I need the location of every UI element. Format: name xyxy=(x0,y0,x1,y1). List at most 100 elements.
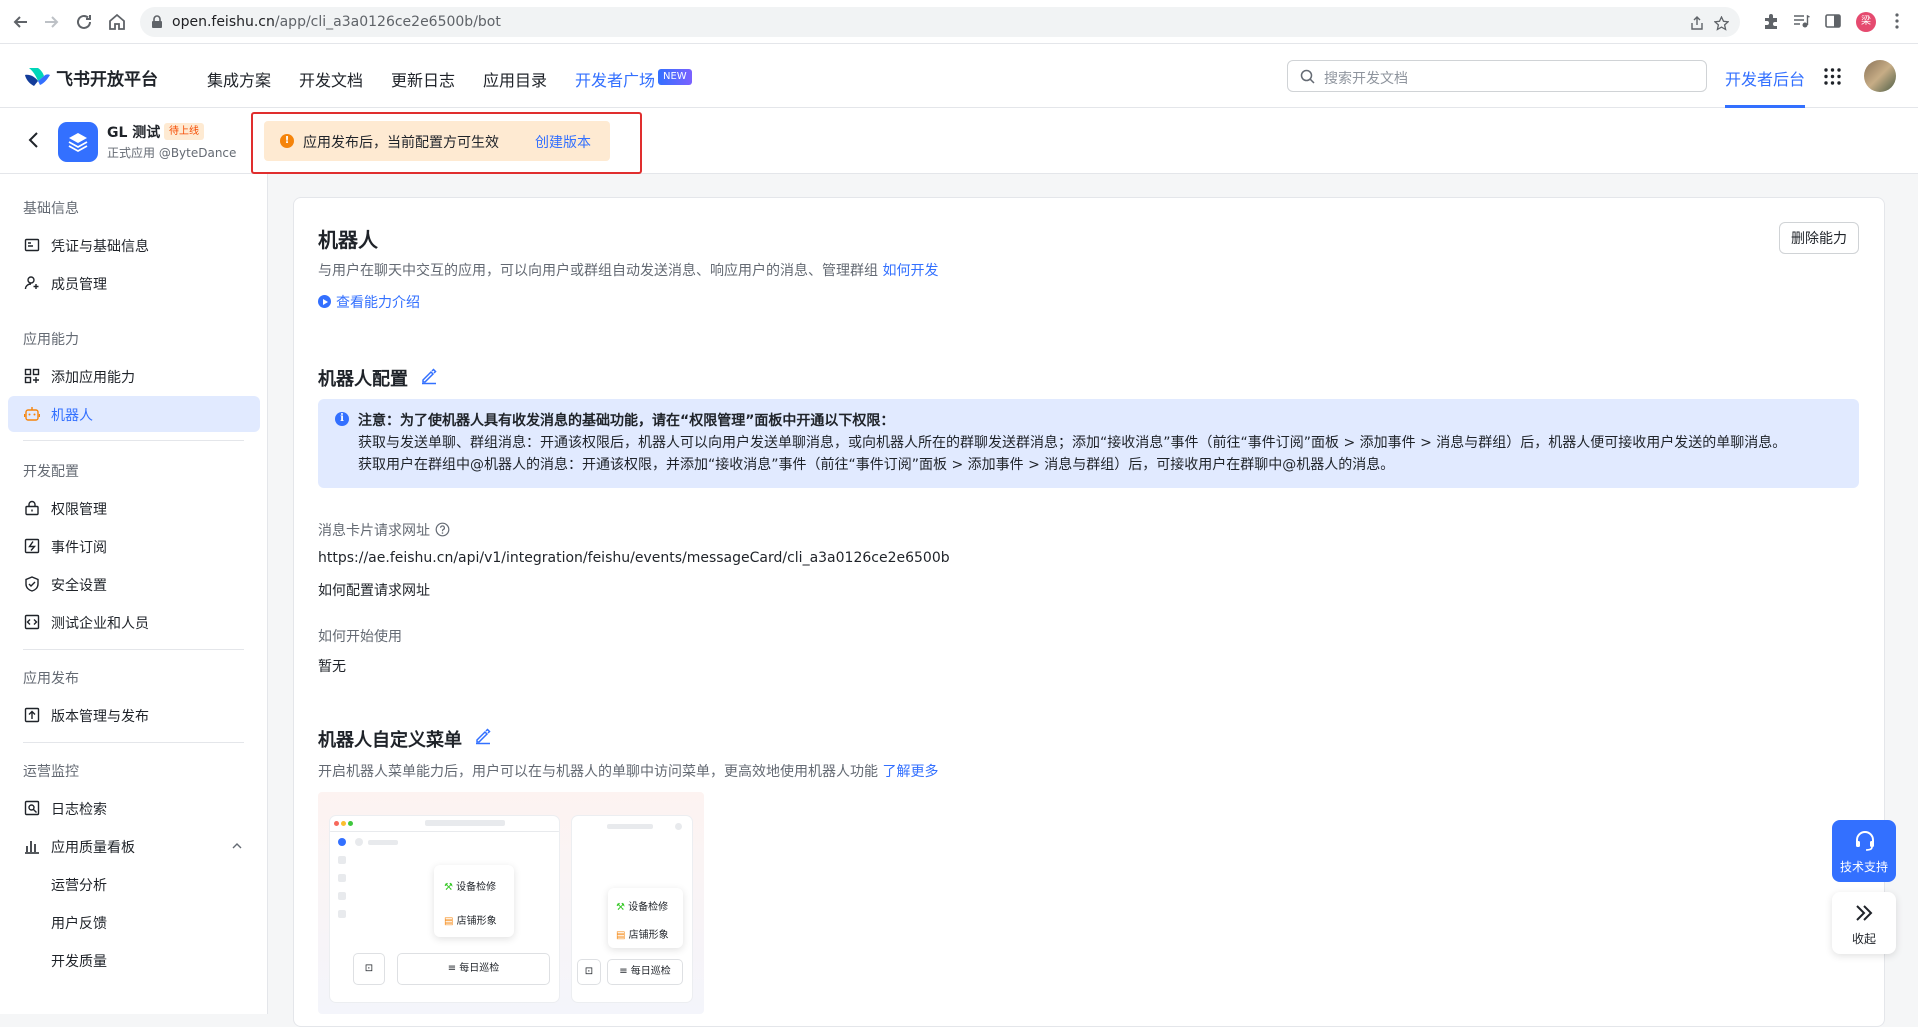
tech-support-button[interactable]: 技术支持 xyxy=(1832,820,1896,882)
sidebar-item-permissions[interactable]: 权限管理 xyxy=(8,490,260,526)
edit-pencil-icon[interactable] xyxy=(474,727,492,745)
bookmark-star-icon[interactable] xyxy=(1714,16,1729,31)
nav-item-changelog[interactable]: 更新日志 xyxy=(391,67,455,91)
profile-avatar[interactable]: 梁 xyxy=(1856,12,1876,32)
id-card-icon xyxy=(24,237,40,253)
search-placeholder: 搜索开发文档 xyxy=(1324,71,1408,87)
reload-icon[interactable] xyxy=(73,11,95,33)
sidebar-item-label: 日志检索 xyxy=(51,802,107,818)
custom-menu-illustration: ⚒ 设备检修 ▤ 店铺形象 ⊡ ≡ 每日巡检 ⚒ 设备检修 ▤ 店铺形象 ⊡ ≡… xyxy=(318,792,704,1014)
sidebar-item-label: 成员管理 xyxy=(51,277,107,293)
forward-arrow-icon[interactable] xyxy=(40,11,62,33)
notice-text: 应用发布后，当前配置方可生效 xyxy=(303,135,499,151)
sidebar-group-basic: 基础信息 xyxy=(23,201,79,217)
illustration-robot-button: ⊡ xyxy=(578,960,600,984)
brand-name[interactable]: 飞书开放平台 xyxy=(56,65,158,90)
sidebar-item-test-org[interactable]: 测试企业和人员 xyxy=(8,604,260,640)
search-icon xyxy=(1300,69,1315,84)
description-text: 开启机器人菜单能力后，用户可以在与机器人的单聊中访问菜单，更高效地使用机器人功能 xyxy=(318,764,878,780)
new-badge: NEW xyxy=(658,69,692,85)
sidebar-item-credentials[interactable]: 凭证与基础信息 xyxy=(8,227,260,263)
headset-icon xyxy=(1854,830,1876,852)
sidebar-item-events[interactable]: 事件订阅 xyxy=(8,528,260,564)
developer-console-tab[interactable]: 开发者后台 xyxy=(1725,66,1805,90)
sidebar-item-label: 添加应用能力 xyxy=(51,370,135,386)
sidebar-item-label: 应用质量看板 xyxy=(51,840,135,856)
sidebar-item-versions[interactable]: 版本管理与发布 xyxy=(8,697,260,733)
back-chevron-icon[interactable] xyxy=(24,130,44,150)
nav-item-app-directory[interactable]: 应用目录 xyxy=(483,67,547,91)
learn-more-link[interactable]: 了解更多 xyxy=(882,764,938,780)
getting-started-value: 暂无 xyxy=(318,659,346,675)
feishu-logo-icon[interactable] xyxy=(24,66,50,88)
double-chevron-right-icon xyxy=(1853,902,1875,924)
sidebar-item-log-search[interactable]: 日志检索 xyxy=(8,790,260,826)
publish-notice: ! 应用发布后，当前配置方可生效 创建版本 xyxy=(264,121,610,161)
sidebar-item-label: 版本管理与发布 xyxy=(51,709,149,725)
extensions-puzzle-icon[interactable] xyxy=(1762,12,1780,30)
lock-icon xyxy=(24,500,40,516)
home-icon[interactable] xyxy=(106,11,128,33)
card-url-label: 消息卡片请求网址 xyxy=(318,523,430,539)
section-title-bot-config: 机器人配置 xyxy=(318,369,408,390)
edit-pencil-icon[interactable] xyxy=(420,367,438,385)
browser-menu-icon[interactable] xyxy=(1895,13,1899,29)
sidebar-item-dev-quality[interactable]: 开发质量 xyxy=(8,942,260,978)
how-to-develop-link[interactable]: 如何开发 xyxy=(882,263,938,279)
upload-icon xyxy=(24,707,40,723)
share-icon[interactable] xyxy=(1690,16,1704,30)
sidebar-item-security[interactable]: 安全设置 xyxy=(8,566,260,602)
app-icon xyxy=(58,122,98,162)
user-avatar[interactable] xyxy=(1864,60,1896,92)
how-to-config-url-link[interactable]: 如何配置请求网址 xyxy=(318,580,430,600)
sidebar-item-members[interactable]: 成员管理 xyxy=(8,265,260,301)
create-version-link[interactable]: 创建版本 xyxy=(535,132,591,152)
grid-add-icon xyxy=(24,368,40,384)
address-bar[interactable]: open.feishu.cn/app/cli_a3a0126ce2e6500b/… xyxy=(140,7,1740,37)
media-queue-icon[interactable] xyxy=(1792,12,1810,30)
sidebar-item-user-feedback[interactable]: 用户反馈 xyxy=(8,904,260,940)
side-panel-icon[interactable] xyxy=(1824,12,1842,30)
illustration-robot-button: ⊡ xyxy=(354,954,384,984)
illustration-menu-item: ▤ 店铺形象 xyxy=(616,930,669,941)
docs-search-input[interactable]: 搜索开发文档 xyxy=(1287,60,1707,92)
page-description: 与用户在聊天中交互的应用，可以向用户或群组自动发送消息、响应用户的消息、管理群组… xyxy=(318,260,938,280)
sidebar-item-add-capability[interactable]: 添加应用能力 xyxy=(8,358,260,394)
nav-item-solutions[interactable]: 集成方案 xyxy=(207,67,271,91)
collapse-label: 收起 xyxy=(1851,932,1876,946)
sidebar-item-label: 安全设置 xyxy=(51,578,107,594)
section-title-custom-menu: 机器人自定义菜单 xyxy=(318,730,462,751)
help-circle-icon[interactable] xyxy=(435,522,450,537)
sidebar-item-robot[interactable]: 机器人 xyxy=(8,396,260,432)
collapse-button[interactable]: 收起 xyxy=(1832,892,1896,954)
nav-item-developer-plaza[interactable]: 开发者广场 xyxy=(575,67,655,91)
illustration-menu-bar: ≡ 每日巡检 xyxy=(608,960,682,984)
app-subtitle: 正式应用 @ByteDance xyxy=(107,146,237,160)
view-intro-link[interactable]: 查看能力介绍 xyxy=(318,292,420,312)
sidebar-item-ops-analysis[interactable]: 运营分析 xyxy=(8,866,260,902)
back-arrow-icon[interactable] xyxy=(10,11,32,33)
nav-item-docs[interactable]: 开发文档 xyxy=(299,67,363,91)
chevron-up-icon[interactable] xyxy=(232,842,242,849)
play-circle-icon xyxy=(318,295,331,308)
delete-capability-button[interactable]: 删除能力 xyxy=(1779,222,1859,254)
view-intro-label: 查看能力介绍 xyxy=(336,295,420,311)
permission-info-box: i 注意：为了使机器人具有收发消息的基础功能，请在“权限管理”面板中开通以下权限… xyxy=(318,399,1859,488)
info-title: 注意：为了使机器人具有收发消息的基础功能，请在“权限管理”面板中开通以下权限： xyxy=(358,413,895,429)
sidebar-divider xyxy=(23,440,244,441)
browser-toolbar: open.feishu.cn/app/cli_a3a0126ce2e6500b/… xyxy=(0,0,1918,44)
sidebar-item-quality-board[interactable]: 应用质量看板 xyxy=(8,828,260,864)
sidebar-group-monitoring: 运营监控 xyxy=(23,764,79,780)
sidebar-divider xyxy=(23,742,244,743)
illustration-menu-popup: ⚒ 设备检修 ▤ 店铺形象 xyxy=(608,888,683,948)
illustration-menu-bar: ≡ 每日巡检 xyxy=(398,954,549,984)
bar-chart-icon xyxy=(24,838,40,854)
lock-icon[interactable] xyxy=(151,15,163,29)
description-text: 与用户在聊天中交互的应用，可以向用户或群组自动发送消息、响应用户的消息、管理群组 xyxy=(318,263,878,279)
illustration-menu-popup: ⚒ 设备检修 ▤ 店铺形象 xyxy=(434,865,514,937)
sidebar-divider xyxy=(23,649,244,650)
app-launcher-grid-icon[interactable] xyxy=(1824,68,1841,85)
page-title: 机器人 xyxy=(318,228,378,252)
sidebar-item-label: 机器人 xyxy=(51,408,93,424)
shield-icon xyxy=(24,576,40,592)
